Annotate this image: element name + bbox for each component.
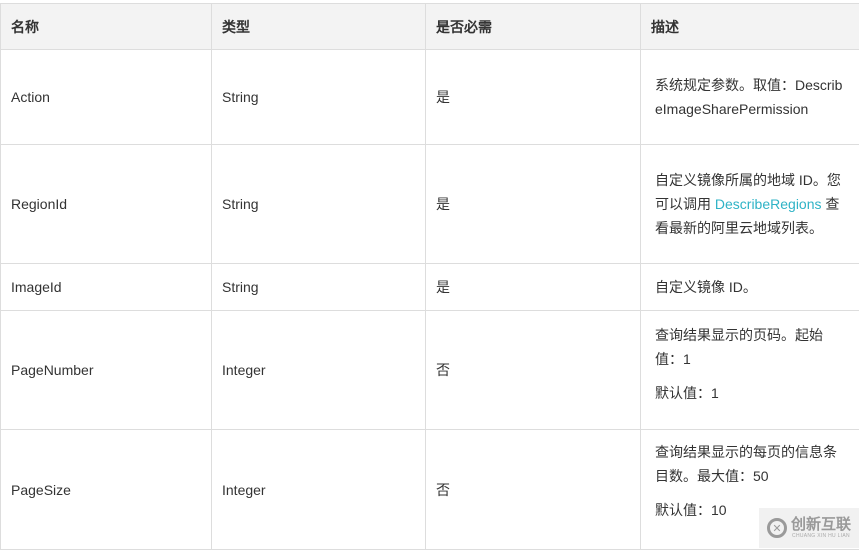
cell-name: PageNumber [1, 311, 212, 430]
watermark-text: 创新互联 CHUANG XIN HU LIAN [791, 517, 851, 539]
cell-type: String [212, 145, 426, 264]
table-row: PageNumber Integer 否 查询结果显示的页码。起始值：1 默认值… [1, 311, 859, 430]
cx-logo-icon: ✕ [767, 518, 787, 538]
default-value-text: 默认值：1 [655, 381, 848, 405]
cell-required: 是 [426, 50, 641, 145]
description-text: 查询结果显示的页码。起始值：1 [655, 323, 848, 371]
description-text: 自定义镜像 ID。 [655, 279, 757, 295]
table-row: PageSize Integer 否 查询结果显示的每页的信息条目数。最大值：5… [1, 430, 859, 550]
cell-type: Integer [212, 430, 426, 550]
cell-name: RegionId [1, 145, 212, 264]
cell-description: 系统规定参数。取值：DescribeImageSharePermission [641, 50, 859, 145]
cell-name: PageSize [1, 430, 212, 550]
header-required: 是否必需 [426, 4, 641, 50]
table-row: RegionId String 是 自定义镜像所属的地域 ID。您可以调用 De… [1, 145, 859, 264]
cell-description: 自定义镜像所属的地域 ID。您可以调用 DescribeRegions 查看最新… [641, 145, 859, 264]
description-text: 系统规定参数。取值：DescribeImageSharePermission [655, 77, 842, 117]
cell-name: ImageId [1, 264, 212, 311]
watermark: ✕ 创新互联 CHUANG XIN HU LIAN [759, 508, 859, 548]
cell-description: 自定义镜像 ID。 [641, 264, 859, 311]
table-row: Action String 是 系统规定参数。取值：DescribeImageS… [1, 50, 859, 145]
table-header-row: 名称 类型 是否必需 描述 [1, 4, 859, 50]
header-type: 类型 [212, 4, 426, 50]
table-row: ImageId String 是 自定义镜像 ID。 [1, 264, 859, 311]
cell-type: String [212, 50, 426, 145]
cell-type: Integer [212, 311, 426, 430]
cell-description: 查询结果显示的页码。起始值：1 默认值：1 [641, 311, 859, 430]
watermark-cn: 创新互联 [791, 517, 851, 532]
header-name: 名称 [1, 4, 212, 50]
description-text: 查询结果显示的每页的信息条目数。最大值：50 [655, 440, 848, 488]
cell-required: 否 [426, 430, 641, 550]
cell-required: 是 [426, 264, 641, 311]
cell-name: Action [1, 50, 212, 145]
cell-required: 是 [426, 145, 641, 264]
watermark-en: CHUANG XIN HU LIAN [792, 534, 850, 539]
parameters-table: 名称 类型 是否必需 描述 Action String 是 系统规定参数。取值：… [0, 3, 859, 550]
describe-regions-link[interactable]: DescribeRegions [715, 196, 822, 212]
cell-type: String [212, 264, 426, 311]
cell-required: 否 [426, 311, 641, 430]
header-description: 描述 [641, 4, 859, 50]
